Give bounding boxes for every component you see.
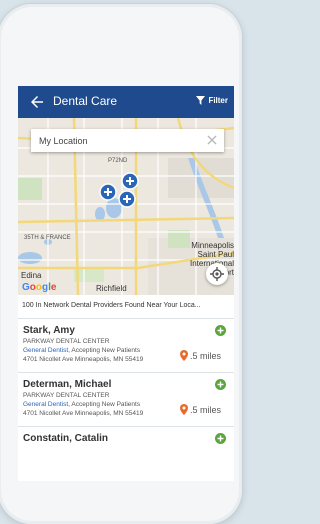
provider-address: 4701 Nicollet Ave Minneapolis, MN 55419 [23,356,144,363]
provider-distance: .5 miles [179,350,221,361]
map-label-france: 35TH & FRANCE [24,235,71,241]
city-edina: Edina [21,271,42,280]
provider-practice: PARKWAY DENTAL CENTER [23,338,110,345]
google-logo: Google [22,282,57,293]
provider-card[interactable]: Determan, Michael PARKWAY DENTAL CENTER … [18,372,234,427]
location-pin-icon [179,350,188,361]
app-screen: Dental Care Filter My Location P72ND 35T… [18,86,234,481]
results-summary: 100 In Network Dental Providers Found Ne… [22,302,201,309]
city-saint-paul: Saint Paul [197,250,234,259]
add-icon[interactable] [215,325,226,336]
page-title: Dental Care [53,94,118,108]
clear-icon[interactable] [206,134,218,146]
provider-specialty: General Dentist, Accepting New Patients [23,347,141,354]
map-view[interactable]: P72ND 35TH & FRANCE Minneapolis Saint Pa… [18,118,234,295]
provider-name[interactable]: Stark, Amy [23,325,75,336]
provider-practice: PARKWAY DENTAL CENTER [23,392,110,399]
provider-name[interactable]: Constatin, Catalin [23,433,108,444]
provider-name[interactable]: Determan, Michael [23,379,111,390]
filter-icon [196,96,206,105]
map-label-road: P72ND [108,158,128,164]
provider-pins[interactable] [90,170,150,230]
filter-label: Filter [208,96,228,105]
add-icon[interactable] [215,433,226,444]
provider-distance: .5 miles [179,404,221,415]
filter-button[interactable]: Filter [196,96,228,105]
city-minneapolis: Minneapolis [191,241,234,250]
app-bar: Dental Care Filter [18,86,234,118]
map-pin-icon[interactable] [118,190,136,208]
provider-specialty: General Dentist, Accepting New Patients [23,401,141,408]
location-search-box[interactable] [31,129,224,152]
add-icon[interactable] [215,379,226,390]
my-location-button[interactable] [206,263,228,285]
provider-address: 4701 Nicollet Ave Minneapolis, MN 55419 [23,410,144,417]
location-search-input[interactable] [37,131,201,151]
map-pin-icon[interactable] [99,183,117,201]
back-arrow-icon[interactable] [28,93,46,111]
phone-frame: Dental Care Filter My Location P72ND 35T… [0,4,242,524]
crosshair-icon [210,267,224,281]
location-pin-icon [179,404,188,415]
city-richfield: Richfield [96,284,127,293]
provider-card[interactable]: Stark, Amy PARKWAY DENTAL CENTER General… [18,318,234,373]
map-pin-icon[interactable] [121,172,139,190]
provider-card[interactable]: Constatin, Catalin [18,426,234,481]
